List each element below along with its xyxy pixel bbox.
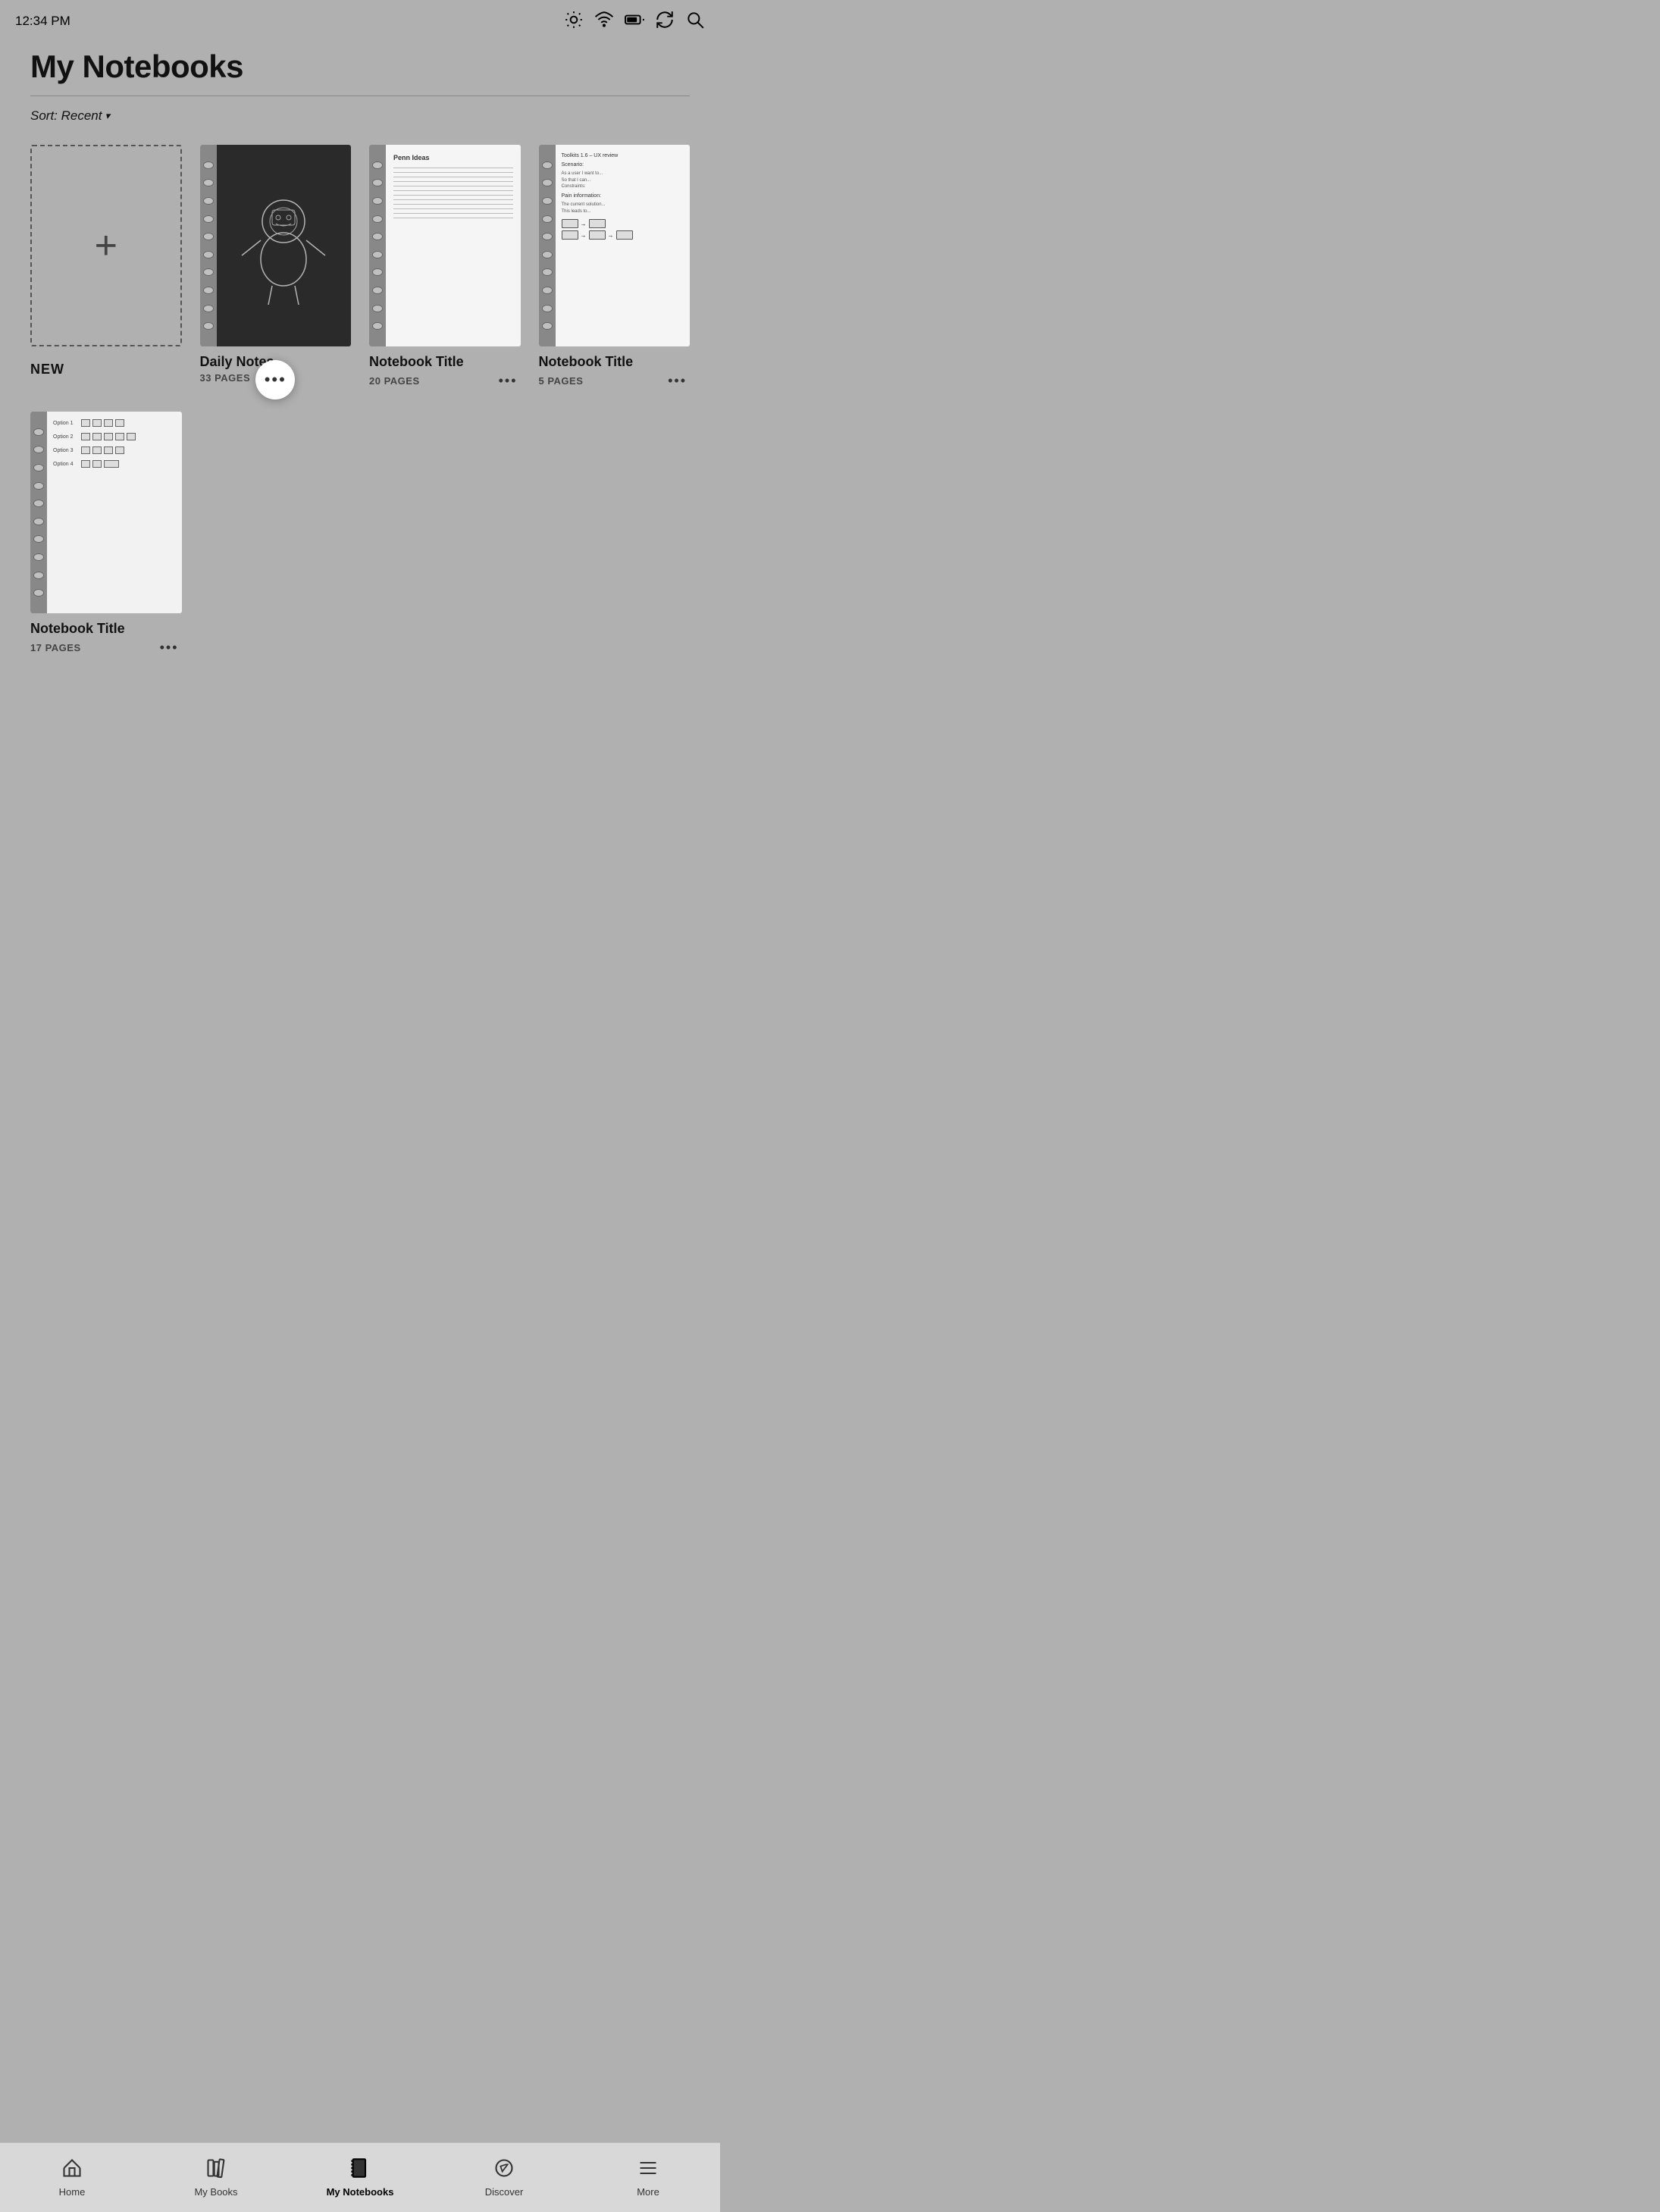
nav-mybooks-label: My Books [194,2186,237,2198]
notebook-2-card[interactable]: Penn Ideas [369,145,521,389]
mybooks-icon [205,2157,227,2182]
sort-label: Sort: Recent [30,108,102,124]
nav-mynotebooks-label: My Notebooks [327,2186,394,2198]
new-notebook-card[interactable]: + NEW [30,145,182,389]
mechanical-cover-content [217,145,352,346]
notebooks-grid: + NEW [0,130,720,686]
bottom-nav: Home My Books My Notebooks [0,2142,720,2212]
notebook-3-card[interactable]: Toolkits 1.6 – UX review Scenario: As a … [539,145,691,389]
nav-more-label: More [637,2186,659,2198]
notebook-2-menu-button[interactable]: ••• [496,372,521,389]
notebook-4-meta: 17 PAGES ••• [30,639,182,656]
notebook-4-card[interactable]: Option 1 Option 2 [30,412,182,656]
notebook-3-info: Notebook Title 5 PAGES ••• [539,354,691,389]
mechanical-sketch-svg [234,187,333,305]
notebook-4-info: Notebook Title 17 PAGES ••• [30,621,182,656]
notebook-4-cover: Option 1 Option 2 [30,412,182,613]
main-content: + NEW [0,130,720,762]
sort-bar: Sort: Recent ▾ [0,96,720,130]
notebook-2-cover: Penn Ideas [369,145,521,346]
nav-discover-label: Discover [485,2186,524,2198]
new-card-label: NEW [30,362,182,378]
mynotebooks-icon [349,2157,371,2182]
new-notebook-cover: + [30,145,182,346]
wifi-icon [594,10,614,33]
home-icon [61,2157,83,2182]
notebook-4-title: Notebook Title [30,621,182,637]
status-icons [564,10,705,33]
spiral-binding [200,145,217,346]
sync-icon [655,10,675,33]
battery-icon [625,10,644,33]
nav-mybooks[interactable]: My Books [178,2157,254,2198]
more-icon [637,2157,659,2182]
notebook-3-cover: Toolkits 1.6 – UX review Scenario: As a … [539,145,691,346]
spiral-binding-3 [539,145,556,346]
nav-mynotebooks[interactable]: My Notebooks [322,2157,398,2198]
notebook-3-cover-content: Toolkits 1.6 – UX review Scenario: As a … [556,145,691,346]
notes-inner-cover: Penn Ideas [386,145,521,346]
daily-notes-cover [200,145,352,346]
nav-home[interactable]: Home [34,2157,110,2198]
notebook-3-menu-button[interactable]: ••• [665,372,690,389]
new-card-info: NEW [30,354,182,378]
options-inner-cover: Option 1 Option 2 [47,412,182,613]
status-bar: 12:34 PM [0,0,720,39]
sort-chevron-icon: ▾ [105,110,111,122]
nav-more[interactable]: More [610,2157,686,2198]
brightness-icon [564,10,584,33]
nav-discover[interactable]: Discover [466,2157,542,2198]
notebook-3-title: Notebook Title [539,354,691,370]
header: My Notebooks [0,39,720,85]
notebook-3-meta: 5 PAGES ••• [539,372,691,389]
nav-home-label: Home [59,2186,86,2198]
notebook-4-pages: 17 PAGES [30,642,81,653]
notebook-4-menu-button[interactable]: ••• [157,639,182,656]
notebook-3-pages: 5 PAGES [539,375,584,387]
daily-notes-menu-button[interactable]: ••• [255,360,295,399]
daily-notes-pages: 33 PAGES [200,372,251,384]
daily-notes-card[interactable]: Daily Notes 33 PAGES ••• [200,145,352,389]
notebook-2-info: Notebook Title 20 PAGES ••• [369,354,521,389]
page-title: My Notebooks [30,49,690,85]
notebook-2-meta: 20 PAGES ••• [369,372,521,389]
toolkit-inner-cover: Toolkits 1.6 – UX review Scenario: As a … [556,145,691,346]
sort-button[interactable]: Sort: Recent ▾ [30,108,110,124]
notebook-2-cover-content: Penn Ideas [386,145,521,346]
notebook-2-pages: 20 PAGES [369,375,420,387]
discover-icon [493,2157,515,2182]
search-icon-header[interactable] [685,10,705,33]
spiral-binding-2 [369,145,386,346]
spiral-binding-4 [30,412,47,613]
notebook-4-cover-content: Option 1 Option 2 [47,412,182,613]
status-time: 12:34 PM [15,14,70,29]
notebook-2-title: Notebook Title [369,354,521,370]
notes-cover-title: Penn Ideas [393,154,513,161]
plus-icon: + [95,226,117,265]
